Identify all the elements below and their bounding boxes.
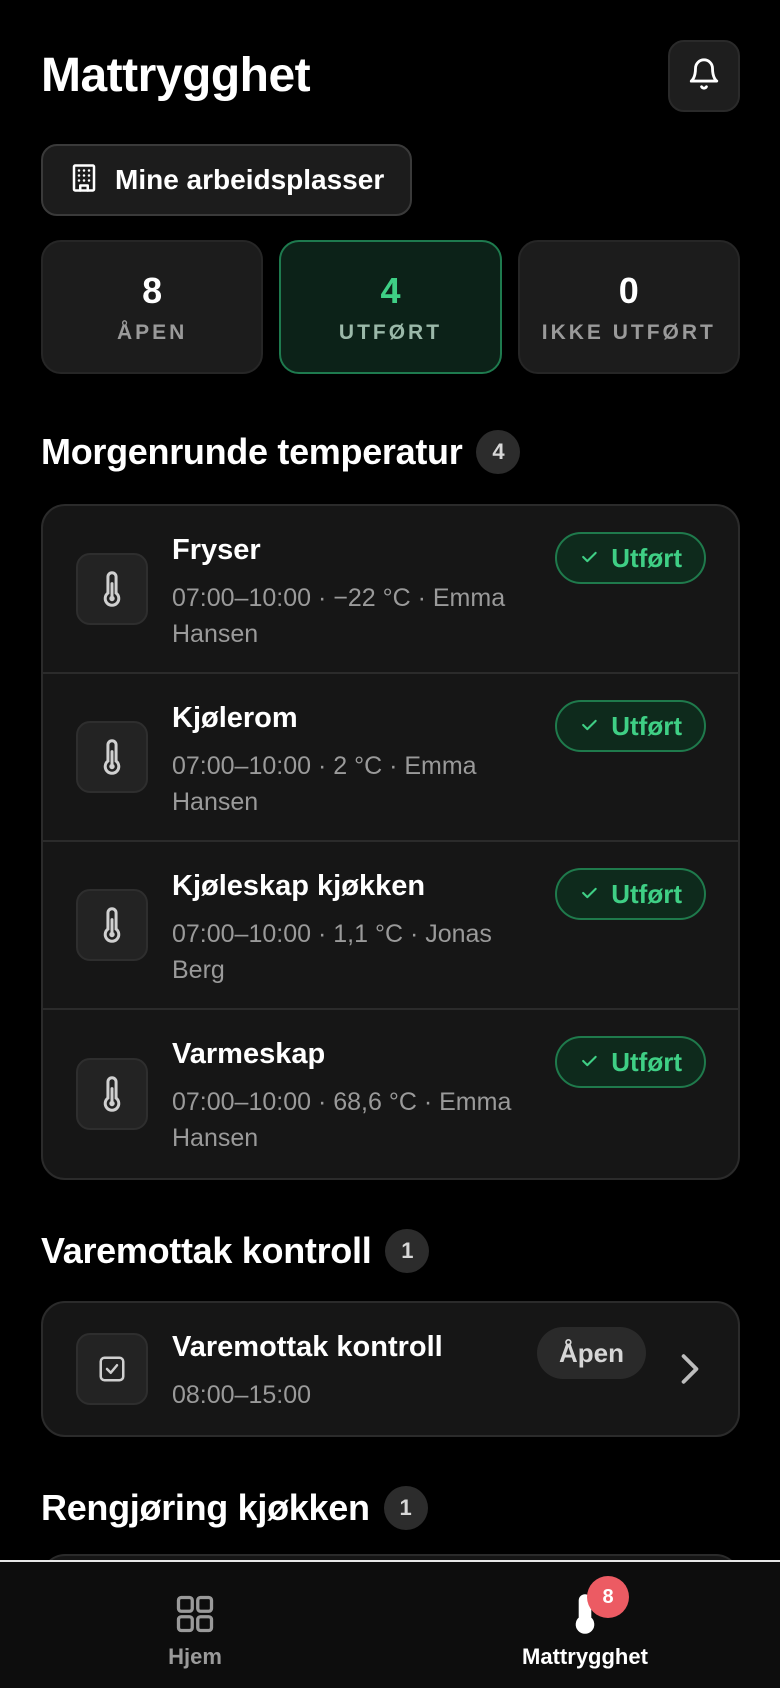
section-count-badge: 4: [476, 430, 521, 474]
section-header-goods-receipt: Varemottak kontroll 1: [41, 1229, 430, 1273]
my-workplaces-button[interactable]: Mine arbeidsplasser: [41, 144, 413, 216]
status-filter-row: 8 ÅPEN 4 UTFØRT 0 IKKE UTFØRT: [41, 240, 740, 374]
section-header-kitchen-cleaning: Rengjøring kjøkken 1: [41, 1486, 428, 1530]
bell-icon: [687, 57, 721, 96]
section-title: Morgenrunde temperatur: [41, 431, 463, 472]
stat-open-label: ÅPEN: [116, 321, 188, 344]
checkbox-icon: [76, 1333, 148, 1405]
building-icon: [69, 163, 99, 198]
stat-not-done-label: IKKE UTFØRT: [541, 321, 716, 344]
task-list-card: Varemottak kontroll 08:00–15:00 Åpen: [41, 1301, 740, 1437]
task-list-card: Fryser 07:00–10:00 · −22 °C · Emma Hanse…: [41, 504, 740, 1180]
task-meta: 07:00–10:00 · −22 °C · Emma Hansen: [172, 584, 506, 648]
bottom-navigation: Hjem 8 Mattrygghet: [0, 1560, 780, 1688]
thermometer-icon: [76, 553, 148, 625]
task-name: Varmeskap: [172, 1038, 326, 1070]
nav-item-home[interactable]: Hjem: [0, 1562, 390, 1688]
check-icon: [579, 543, 599, 574]
status-badge: Utført: [555, 868, 706, 920]
stat-done[interactable]: 4 UTFØRT: [279, 240, 502, 374]
chevron-right-icon: [678, 1351, 702, 1387]
status-label: Utført: [611, 878, 682, 909]
grid-icon: [171, 1590, 219, 1638]
notifications-button[interactable]: [668, 40, 740, 112]
task-name: Kjøleskap kjøkken: [172, 870, 426, 902]
app-screen: Mattrygghet Mine arbeidsplasser 8 ÅPEN 4…: [0, 0, 780, 1688]
status-badge: Utført: [555, 1036, 706, 1088]
stat-done-label: UTFØRT: [338, 321, 443, 344]
task-meta: 08:00–15:00: [172, 1381, 312, 1409]
nav-item-food-safety[interactable]: 8 Mattrygghet: [390, 1562, 780, 1688]
section-header-morning-temperature: Morgenrunde temperatur 4: [41, 430, 521, 474]
task-row[interactable]: Fryser 07:00–10:00 · −22 °C · Emma Hanse…: [43, 506, 738, 674]
section-count-badge: 1: [385, 1229, 430, 1273]
my-workplaces-label: Mine arbeidsplasser: [115, 164, 385, 195]
notification-count-badge: 8: [587, 1576, 629, 1618]
check-icon: [579, 711, 599, 742]
page-title: Mattrygghet: [41, 49, 311, 102]
status-badge: Åpen: [537, 1327, 646, 1379]
task-row[interactable]: Varmeskap 07:00–10:00 · 68,6 °C · Emma H…: [43, 1010, 738, 1178]
task-row[interactable]: Kjølerom 07:00–10:00 · 2 °C · Emma Hanse…: [43, 674, 738, 842]
nav-label-food-safety: Mattrygghet: [522, 1644, 648, 1669]
status-label: Utført: [611, 710, 682, 741]
status-label: Utført: [611, 542, 682, 573]
header: Mattrygghet: [41, 40, 740, 112]
stat-open[interactable]: 8 ÅPEN: [41, 240, 264, 374]
status-badge: Utført: [555, 700, 706, 752]
task-name: Kjølerom: [172, 702, 298, 734]
check-icon: [579, 1047, 599, 1078]
task-name: Varemottak kontroll: [172, 1331, 443, 1363]
check-icon: [579, 879, 599, 910]
thermometer-icon: [76, 889, 148, 961]
thermometer-icon: [76, 721, 148, 793]
section-count-badge: 1: [383, 1486, 428, 1530]
stat-done-value: 4: [380, 270, 401, 311]
status-badge: Utført: [555, 532, 706, 584]
nav-label-home: Hjem: [168, 1644, 222, 1669]
task-row[interactable]: Kjøleskap kjøkken 07:00–10:00 · 1,1 °C ·…: [43, 842, 738, 1010]
task-row[interactable]: Varemottak kontroll 08:00–15:00 Åpen: [43, 1303, 738, 1435]
status-label: Utført: [611, 1046, 682, 1077]
thermometer-icon: 8: [561, 1576, 629, 1638]
thermometer-icon: [76, 1058, 148, 1130]
task-meta: 07:00–10:00 · 2 °C · Emma Hansen: [172, 752, 477, 816]
stat-open-value: 8: [142, 270, 163, 311]
task-meta: 07:00–10:00 · 68,6 °C · Emma Hansen: [172, 1088, 512, 1152]
section-title: Rengjøring kjøkken: [41, 1487, 370, 1528]
section-title: Varemottak kontroll: [41, 1230, 372, 1271]
stat-not-done[interactable]: 0 IKKE UTFØRT: [517, 240, 740, 374]
stat-not-done-value: 0: [618, 270, 639, 311]
task-name: Fryser: [172, 534, 261, 566]
task-meta: 07:00–10:00 · 1,1 °C · Jonas Berg: [172, 920, 492, 984]
